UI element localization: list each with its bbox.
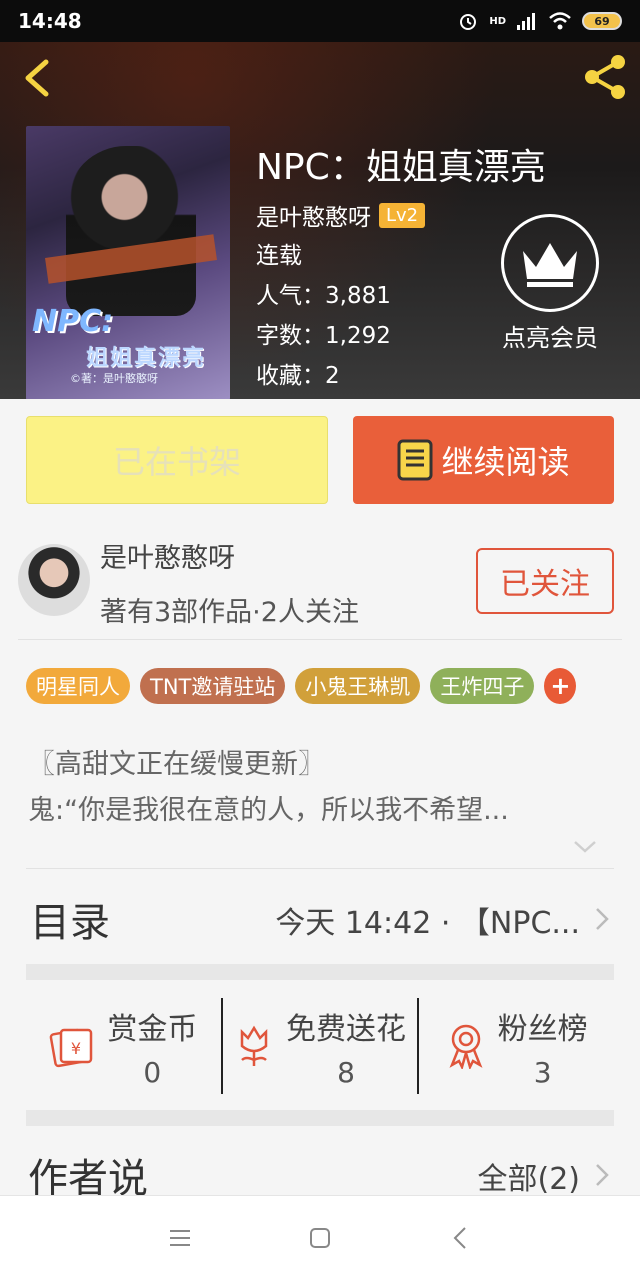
cover-subtitle: 姐姐真漂亮 xyxy=(86,346,207,371)
tag-item[interactable]: 明星同人 xyxy=(26,668,130,704)
red-envelope-icon: ¥ xyxy=(50,1028,93,1068)
in-bookshelf-label: 已在书架 xyxy=(112,443,241,481)
vip-button[interactable]: 点亮会员 xyxy=(492,214,608,353)
network-type: HD xyxy=(489,15,506,27)
stat-value: 8 xyxy=(337,1055,355,1089)
cover-title: NPC: xyxy=(32,304,114,339)
back-nav-icon[interactable] xyxy=(440,1218,480,1258)
book-favorites: 收藏：2 xyxy=(256,363,340,389)
cover-author: ©著：是叶憨憨呀 xyxy=(70,372,158,385)
fan-ranking-button[interactable]: 粉丝榜 3 xyxy=(417,998,614,1094)
book-title: NPC：姐姐真漂亮 xyxy=(256,147,546,188)
description-line: 鬼:“你是我很在意的人，所以我不希望... xyxy=(28,795,509,826)
author-card[interactable]: 是叶憨憨呀 著有3部作品·2人关注 已关注 xyxy=(18,534,622,628)
tag-item[interactable]: TNT邀请驻站 xyxy=(140,668,286,704)
battery-icon: 69 xyxy=(582,12,622,30)
status-time: 14:48 xyxy=(18,9,82,33)
send-flower-button[interactable]: 免费送花 8 xyxy=(220,998,418,1094)
back-icon[interactable] xyxy=(18,56,58,100)
book-description[interactable]: 〖高甜文正在缓慢更新〗 鬼:“你是我很在意的人，所以我不希望... xyxy=(28,742,608,834)
author-says-row[interactable]: 作者说 全部(2) xyxy=(26,1140,614,1202)
stat-label: 粉丝榜 xyxy=(497,1011,588,1047)
avatar[interactable] xyxy=(18,544,90,616)
book-icon xyxy=(397,439,433,481)
system-nav-bar xyxy=(0,1195,640,1280)
book-author[interactable]: 是叶憨憨呀 xyxy=(256,198,371,232)
continue-reading-button[interactable]: 继续阅读 xyxy=(353,416,614,504)
action-buttons: 已在书架 继续阅读 xyxy=(26,416,614,504)
author-name: 是叶憨憨呀 xyxy=(100,543,235,574)
tag-item[interactable]: 小鬼王琳凯 xyxy=(295,668,421,704)
view-all-link[interactable]: 全部(2) xyxy=(478,1154,581,1198)
chevron-down-icon[interactable] xyxy=(572,838,598,856)
flower-icon xyxy=(240,1025,268,1066)
book-header: NPC: 姐姐真漂亮 ©著：是叶憨憨呀 NPC：姐姐真漂亮 是叶憨憨呀 Lv2 … xyxy=(0,42,640,399)
followed-button[interactable]: 已关注 xyxy=(476,548,614,614)
signal-icon xyxy=(517,13,535,30)
status-icons: HD 69 xyxy=(457,10,622,32)
chevron-right-icon xyxy=(596,1164,609,1186)
more-tags-button[interactable]: + xyxy=(544,668,577,704)
stat-label: 赏金币 xyxy=(107,1011,198,1047)
home-icon[interactable] xyxy=(300,1218,340,1258)
crown-icon xyxy=(501,214,599,312)
toc-title: 目录 xyxy=(30,900,110,946)
section-separator xyxy=(26,964,614,980)
tag-item[interactable]: 王炸四子 xyxy=(430,668,535,704)
alarm-icon xyxy=(460,14,477,30)
svg-text:¥: ¥ xyxy=(71,1039,81,1058)
reward-coins-button[interactable]: ¥ 赏金币 0 xyxy=(26,998,221,1094)
cover-figure xyxy=(66,146,196,316)
in-bookshelf-button[interactable]: 已在书架 xyxy=(26,416,328,504)
latest-chapter: 今天 14:42 · 【NPC... xyxy=(275,906,580,941)
chevron-right-icon xyxy=(596,908,609,930)
stat-value: 3 xyxy=(533,1055,552,1089)
battery-level: 69 xyxy=(594,14,610,28)
menu-icon[interactable] xyxy=(160,1218,200,1258)
divider xyxy=(26,868,614,869)
table-of-contents-row[interactable]: 目录 今天 14:42 · 【NPC... xyxy=(26,880,614,956)
tag-list: 明星同人 TNT邀请驻站 小鬼王琳凯 王炸四子 + xyxy=(26,668,577,704)
vip-label: 点亮会员 xyxy=(502,324,598,352)
stat-value: 0 xyxy=(143,1055,162,1089)
book-cover[interactable]: NPC: 姐姐真漂亮 ©著：是叶憨憨呀 xyxy=(26,126,230,399)
share-icon[interactable] xyxy=(580,52,630,102)
continue-reading-label: 继续阅读 xyxy=(441,443,570,481)
followed-label: 已关注 xyxy=(500,567,590,602)
description-line: 〖高甜文正在缓慢更新〗 xyxy=(28,749,325,780)
section-separator xyxy=(26,1110,614,1126)
author-stats: 著有3部作品·2人关注 xyxy=(100,597,359,628)
support-stats: ¥ 赏金币 0 免费送花 8 粉丝榜 3 xyxy=(26,998,614,1094)
level-badge: Lv2 xyxy=(379,202,426,228)
medal-icon xyxy=(449,1024,483,1069)
stat-label: 免费送花 xyxy=(286,1011,406,1047)
divider xyxy=(18,639,622,640)
wifi-icon xyxy=(549,12,571,30)
status-bar: 14:48 HD 69 xyxy=(0,0,640,42)
